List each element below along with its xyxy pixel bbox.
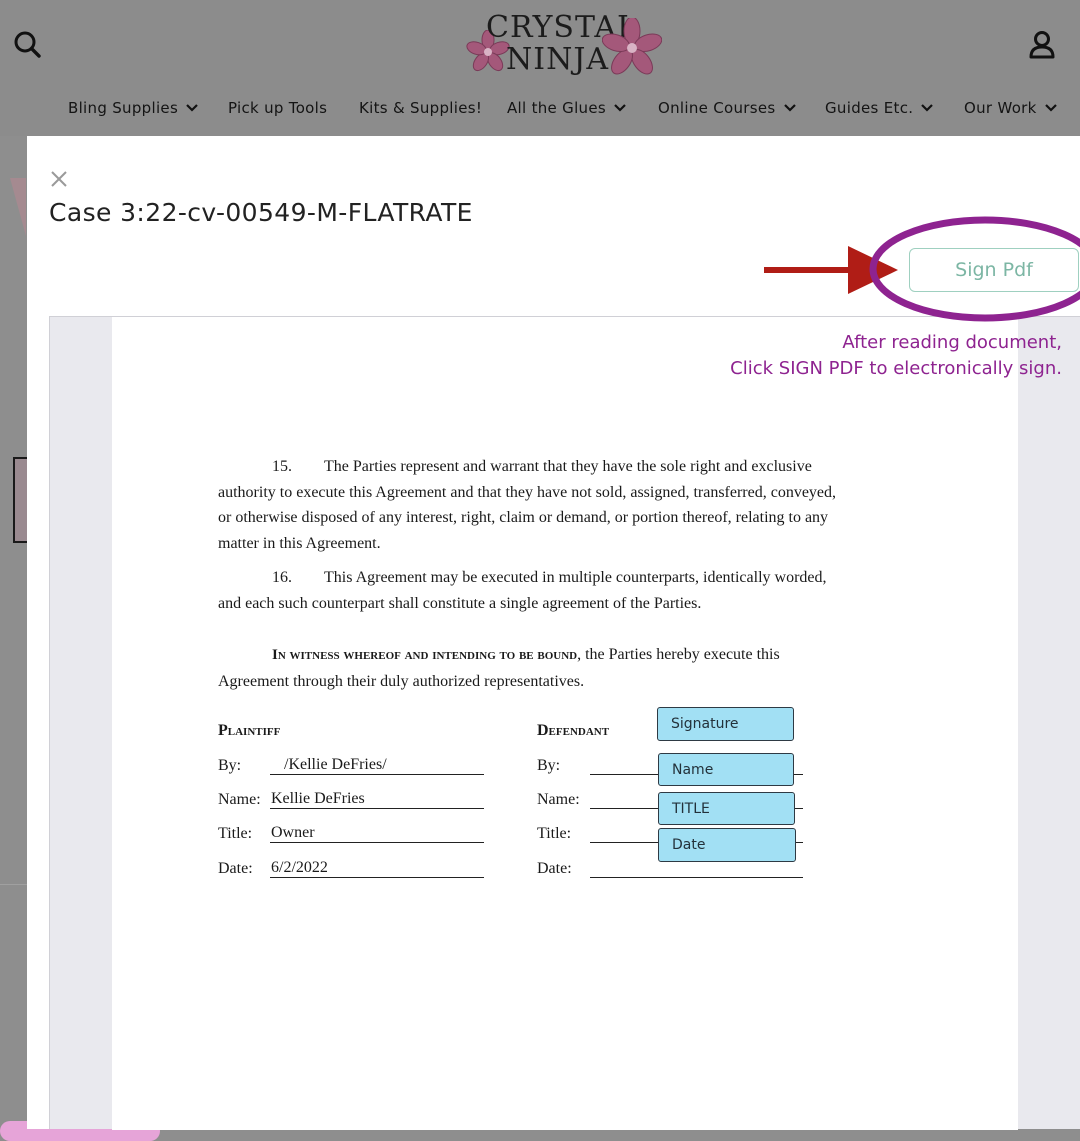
plaintiff-by-label: By: bbox=[218, 757, 242, 774]
plaintiff-name-label: Name: bbox=[218, 791, 261, 808]
nav-label: Online Courses bbox=[658, 99, 776, 117]
sign-pdf-modal: Case 3:22-cv-00549-M-FLATRATE Sign Pdf 1… bbox=[27, 136, 1080, 1130]
paragraph-line: This Agreement may be executed in multip… bbox=[324, 569, 827, 586]
chevron-down-icon bbox=[186, 104, 198, 112]
paragraph-number: 16. bbox=[272, 569, 292, 586]
nav-label: Our Work bbox=[964, 99, 1037, 117]
nav-our-work[interactable]: Our Work bbox=[964, 96, 1057, 120]
site-logo[interactable]: CRYSTAL NINJA bbox=[466, 8, 666, 80]
modal-title: Case 3:22-cv-00549-M-FLATRATE bbox=[49, 198, 473, 227]
plaintiff-by-value: /Kellie DeFries/ bbox=[284, 756, 387, 773]
chevron-down-icon bbox=[614, 104, 626, 112]
paragraph-line: or otherwise disposed of any interest, r… bbox=[218, 509, 829, 526]
nav-online-courses[interactable]: Online Courses bbox=[658, 96, 796, 120]
paragraph-line: matter in this Agreement. bbox=[218, 534, 381, 552]
plaintiff-date-line bbox=[270, 877, 484, 878]
defendant-heading: Defendant bbox=[537, 722, 610, 739]
witness-line: Agreement through their duly authorized … bbox=[218, 672, 585, 690]
nav-label: Guides Etc. bbox=[825, 99, 914, 117]
instruction-line: After reading document, bbox=[842, 332, 1062, 353]
instruction-line: Click SIGN PDF to electronically sign. bbox=[730, 358, 1062, 379]
account-icon[interactable] bbox=[1028, 30, 1056, 60]
nav-label: All the Glues bbox=[507, 99, 606, 117]
paragraph-line: authority to execute this Agreement and … bbox=[218, 483, 837, 501]
plaintiff-name-line bbox=[270, 808, 484, 809]
witness-bold: In witness whereof and intending to be b… bbox=[272, 647, 578, 663]
background-page-fragment bbox=[10, 178, 26, 236]
nav-all-the-glues[interactable]: All the Glues bbox=[507, 96, 626, 120]
defendant-by-label: By: bbox=[537, 757, 561, 774]
chevron-down-icon bbox=[921, 104, 934, 112]
background-thumbnail bbox=[13, 457, 27, 543]
nav-pick-up-tools[interactable]: Pick up Tools bbox=[228, 96, 327, 120]
paragraph-line: and each such counterpart shall constitu… bbox=[218, 594, 702, 612]
defendant-date-line bbox=[590, 877, 803, 878]
close-icon[interactable] bbox=[49, 169, 69, 189]
nav-bling-supplies[interactable]: Bling Supplies bbox=[68, 96, 198, 120]
defendant-date-label: Date: bbox=[537, 860, 572, 877]
site-header: CRYSTAL NINJA Bling Supplies Pick up Too… bbox=[0, 0, 1080, 136]
plaintiff-title-value: Owner bbox=[271, 824, 315, 841]
paragraph-16: 16. This Agreement may be executed in mul… bbox=[218, 565, 918, 616]
plaintiff-title-label: Title: bbox=[218, 825, 253, 842]
name-field[interactable]: Name bbox=[658, 753, 794, 786]
plaintiff-date-value: 6/2/2022 bbox=[271, 859, 328, 876]
paragraph-15: 15. The Parties represent and warrant tha… bbox=[218, 454, 918, 556]
nav-guides-etc[interactable]: Guides Etc. bbox=[825, 96, 934, 120]
paragraph-number: 15. bbox=[272, 458, 292, 475]
instruction-annotation: After reading document, Click SIGN PDF t… bbox=[730, 330, 1062, 382]
witness-clause: In witness whereof and intending to be b… bbox=[218, 642, 918, 694]
flower-logo-icon bbox=[602, 18, 662, 75]
pdf-page: 15. The Parties represent and warrant tha… bbox=[112, 317, 1018, 1130]
search-icon[interactable] bbox=[13, 30, 41, 58]
plaintiff-date-label: Date: bbox=[218, 860, 253, 877]
date-field[interactable]: Date bbox=[658, 828, 796, 862]
plaintiff-by-line bbox=[270, 774, 484, 775]
nav-label: Kits & Supplies! bbox=[359, 99, 483, 117]
witness-rest: , the Parties hereby execute this bbox=[577, 646, 780, 663]
defendant-title-label: Title: bbox=[537, 825, 572, 842]
chevron-down-icon bbox=[1044, 104, 1057, 112]
nav-label: Pick up Tools bbox=[228, 99, 328, 117]
nav-label: Bling Supplies bbox=[68, 99, 179, 117]
plaintiff-heading: Plaintiff bbox=[218, 722, 281, 739]
plaintiff-title-line bbox=[270, 842, 484, 843]
nav-kits-supplies[interactable]: Kits & Supplies! bbox=[359, 96, 482, 120]
main-nav: Bling Supplies Pick up Tools Kits & Supp… bbox=[0, 96, 1080, 120]
signature-field[interactable]: Signature bbox=[657, 707, 794, 741]
logo-text-ninja: NINJA bbox=[506, 42, 610, 77]
defendant-name-label: Name: bbox=[537, 791, 580, 808]
pdf-viewer[interactable]: 15. The Parties represent and warrant tha… bbox=[49, 316, 1080, 1130]
sign-pdf-button[interactable]: Sign Pdf bbox=[909, 248, 1079, 292]
plaintiff-name-value: Kellie DeFries bbox=[271, 790, 365, 807]
background-divider bbox=[0, 884, 27, 885]
title-field[interactable]: TITLE bbox=[658, 792, 795, 825]
chevron-down-icon bbox=[783, 104, 796, 112]
paragraph-line: The Parties represent and warrant that t… bbox=[324, 458, 812, 475]
